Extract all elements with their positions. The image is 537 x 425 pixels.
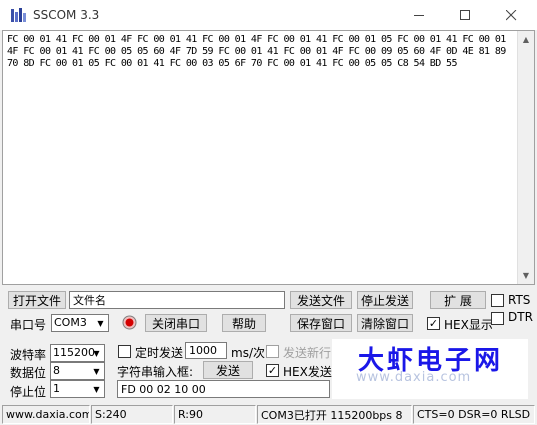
minimize-button[interactable]: [396, 0, 442, 30]
hex-display-checkbox[interactable]: ✓: [427, 317, 440, 330]
data-bits-label: 数据位: [10, 366, 47, 380]
dtr-checkbox[interactable]: [491, 312, 504, 325]
window-title: SSCOM 3.3: [33, 8, 100, 22]
port-label: 串口号: [10, 318, 47, 332]
file-name-field[interactable]: 文件名: [69, 291, 285, 309]
close-button[interactable]: [488, 0, 534, 30]
data-bits-select[interactable]: 8 ▼: [50, 362, 105, 380]
receive-data-text: FC 00 01 41 FC 00 01 4F FC 00 01 41 FC 0…: [7, 34, 512, 69]
timed-send-checkbox[interactable]: [118, 345, 131, 358]
rts-checkbox[interactable]: [491, 294, 504, 307]
chevron-down-icon: ▼: [93, 384, 100, 394]
interval-unit-label: ms/次: [231, 346, 265, 360]
status-line-signals: CTS=0 DSR=0 RLSD: [413, 405, 535, 424]
expand-button[interactable]: 扩 展: [430, 291, 486, 309]
hex-display-label: HEX显示: [444, 318, 493, 332]
status-bar: www.daxia.com S:240 R:90 COM3已打开 115200b…: [0, 403, 537, 425]
hex-send-label: HEX发送: [283, 365, 332, 379]
chevron-down-icon: ▼: [97, 318, 104, 328]
timed-send-label: 定时发送: [135, 346, 184, 360]
open-file-button[interactable]: 打开文件: [8, 291, 66, 309]
send-newline-checkbox[interactable]: [266, 345, 279, 358]
rts-label: RTS: [508, 293, 531, 307]
port-select[interactable]: COM3 ▼: [51, 314, 109, 332]
stop-send-button[interactable]: 停止发送: [357, 291, 413, 309]
send-newline-label: 发送新行: [283, 346, 332, 360]
status-sent-count: S:240: [91, 405, 173, 424]
vertical-scrollbar[interactable]: ▲ ▼: [517, 31, 534, 284]
port-select-value: COM3: [54, 316, 87, 329]
interval-input[interactable]: 1000: [185, 342, 227, 359]
sscom-app-icon: [10, 7, 27, 23]
close-icon: [505, 9, 516, 20]
send-button[interactable]: 发送: [203, 361, 253, 379]
status-website[interactable]: www.daxia.com: [2, 405, 90, 424]
data-bits-value: 8: [53, 364, 60, 377]
clear-window-button[interactable]: 清除窗口: [357, 314, 413, 332]
scroll-down-icon[interactable]: ▼: [518, 267, 534, 284]
stop-bits-select[interactable]: 1 ▼: [50, 380, 105, 398]
chevron-down-icon: ▼: [93, 348, 100, 358]
send-file-button[interactable]: 发送文件: [290, 291, 352, 309]
status-received-count: R:90: [174, 405, 256, 424]
title-bar[interactable]: SSCOM 3.3: [0, 0, 537, 30]
hex-send-checkbox[interactable]: ✓: [266, 364, 279, 377]
maximize-button[interactable]: [442, 0, 488, 30]
status-port-info: COM3已打开 115200bps 8: [257, 405, 412, 424]
save-window-button[interactable]: 保存窗口: [290, 314, 352, 332]
baud-rate-label: 波特率: [10, 348, 47, 362]
port-status-indicator-icon: [122, 315, 137, 330]
baud-rate-select[interactable]: 115200 ▼: [50, 344, 105, 362]
brand-banner[interactable]: 大虾电子网 www.daxia.com: [332, 339, 528, 399]
dtr-label: DTR: [508, 310, 533, 324]
chevron-down-icon: ▼: [93, 366, 100, 376]
maximize-icon: [459, 9, 470, 20]
close-port-button[interactable]: 关闭串口: [145, 314, 207, 332]
minimize-icon: [413, 14, 424, 16]
help-button[interactable]: 帮助: [222, 314, 266, 332]
brand-watermark: www.daxia.com: [356, 370, 472, 385]
send-input[interactable]: FD 00 02 10 00: [117, 380, 330, 398]
stop-bits-value: 1: [53, 382, 60, 395]
string-input-label: 字符串输入框:: [117, 365, 194, 379]
receive-textarea[interactable]: FC 00 01 41 FC 00 01 4F FC 00 01 41 FC 0…: [2, 30, 535, 285]
stop-bits-label: 停止位: [10, 385, 47, 399]
scroll-up-icon[interactable]: ▲: [518, 31, 534, 48]
